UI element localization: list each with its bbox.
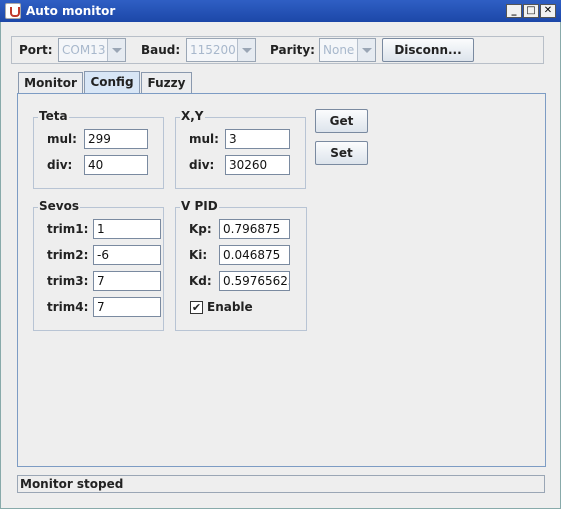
chevron-down-icon[interactable] bbox=[237, 39, 255, 61]
ki-label: Ki: bbox=[189, 248, 208, 262]
port-value: COM13 bbox=[62, 43, 106, 57]
teta-mul-label: mul: bbox=[47, 132, 77, 146]
chevron-down-icon[interactable] bbox=[107, 39, 125, 61]
minimize-button[interactable]: _ bbox=[506, 4, 522, 18]
trim4-field[interactable]: 7 bbox=[93, 297, 161, 317]
tab-config[interactable]: Config bbox=[84, 71, 140, 95]
trim1-field[interactable]: 1 bbox=[93, 219, 161, 239]
xy-div-field[interactable]: 30260 bbox=[225, 155, 290, 175]
xy-group-title: X,Y bbox=[180, 109, 205, 123]
kd-field[interactable]: 0.59765625 bbox=[219, 271, 290, 291]
java-app-icon bbox=[5, 3, 21, 19]
trim2-field[interactable]: -6 bbox=[93, 245, 161, 265]
status-bar: Monitor stoped bbox=[17, 475, 545, 493]
xy-mul-label: mul: bbox=[189, 132, 219, 146]
xy-mul-field[interactable]: 3 bbox=[225, 129, 290, 149]
port-label: Port: bbox=[19, 43, 53, 57]
kp-field[interactable]: 0.796875 bbox=[219, 219, 290, 239]
tab-monitor[interactable]: Monitor bbox=[18, 72, 83, 94]
parity-select[interactable]: None bbox=[319, 38, 376, 62]
close-button[interactable]: ✕ bbox=[540, 4, 556, 18]
trim4-label: trim4: bbox=[47, 300, 89, 314]
tab-fuzzy[interactable]: Fuzzy bbox=[141, 72, 192, 94]
baud-select[interactable]: 115200 bbox=[186, 38, 256, 62]
vpid-group-title: V PID bbox=[180, 199, 219, 213]
trim3-field[interactable]: 7 bbox=[93, 271, 161, 291]
ki-field[interactable]: 0.046875 bbox=[219, 245, 290, 265]
teta-group: Teta bbox=[33, 109, 164, 189]
teta-div-field[interactable]: 40 bbox=[84, 155, 148, 175]
teta-mul-field[interactable]: 299 bbox=[84, 129, 148, 149]
port-select[interactable]: COM13 bbox=[58, 38, 126, 62]
xy-group: X,Y bbox=[175, 109, 306, 189]
kp-label: Kp: bbox=[189, 222, 212, 236]
disconnect-button[interactable]: Disconn... bbox=[382, 38, 474, 62]
trim1-label: trim1: bbox=[47, 222, 89, 236]
enable-checkbox[interactable]: ✔ bbox=[190, 301, 203, 314]
baud-value: 115200 bbox=[190, 43, 236, 57]
trim2-label: trim2: bbox=[47, 248, 89, 262]
baud-label: Baud: bbox=[141, 43, 181, 57]
title-bar: Auto monitor _ □ ✕ bbox=[0, 0, 561, 22]
maximize-button[interactable]: □ bbox=[523, 4, 539, 18]
set-button[interactable]: Set bbox=[315, 141, 368, 165]
parity-label: Parity: bbox=[270, 43, 315, 57]
parity-value: None bbox=[323, 43, 355, 57]
sevos-group-title: Sevos bbox=[38, 199, 80, 213]
get-button[interactable]: Get bbox=[315, 109, 368, 133]
window-title: Auto monitor bbox=[26, 4, 116, 18]
chevron-down-icon[interactable] bbox=[357, 39, 375, 61]
trim3-label: trim3: bbox=[47, 274, 89, 288]
teta-group-title: Teta bbox=[38, 109, 69, 123]
enable-label: Enable bbox=[207, 300, 253, 314]
kd-label: Kd: bbox=[189, 274, 212, 288]
teta-div-label: div: bbox=[47, 158, 73, 172]
xy-div-label: div: bbox=[189, 158, 215, 172]
